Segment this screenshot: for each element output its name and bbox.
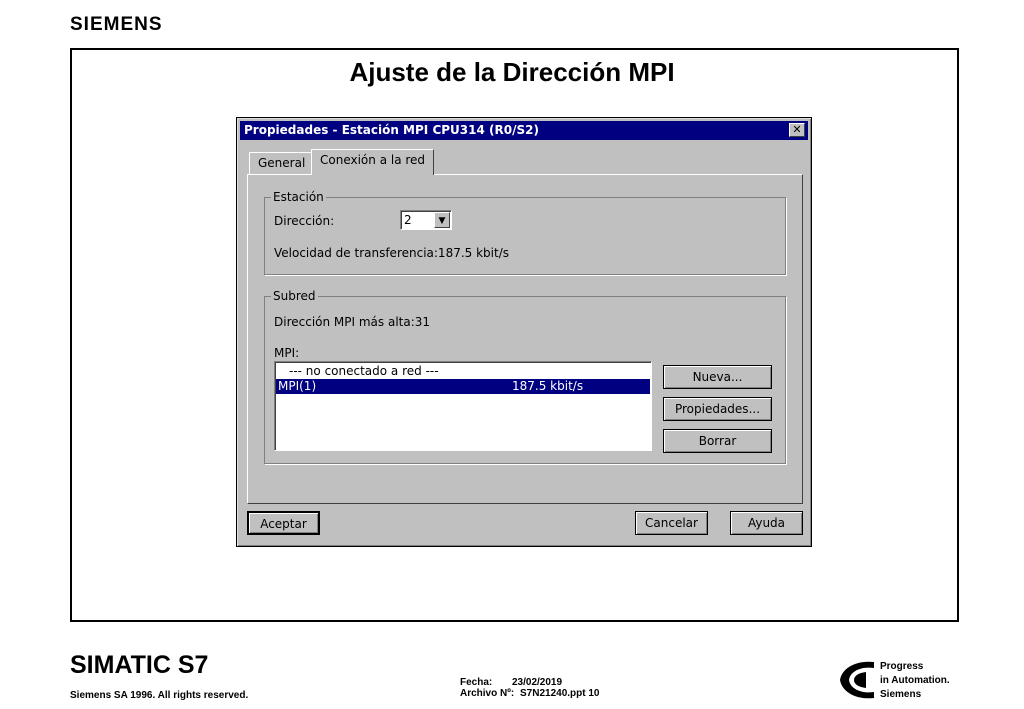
- tagline-line: in Automation.: [880, 675, 950, 686]
- properties-button[interactable]: Propiedades...: [663, 397, 772, 421]
- subnet-group-label: Subred: [271, 289, 318, 303]
- file-label: Archivo Nº:: [460, 688, 515, 699]
- list-item-name: MPI(1): [278, 379, 317, 393]
- file-value: S7N21240.ppt 10: [520, 688, 600, 699]
- address-label: Dirección:: [274, 214, 335, 228]
- highest-address-text: Dirección MPI más alta:31: [274, 315, 431, 329]
- tagline-line: Siemens: [880, 689, 922, 700]
- siemens-brand: SIEMENS: [70, 14, 163, 35]
- new-button[interactable]: Nueva...: [663, 365, 772, 389]
- tab-general[interactable]: General: [249, 152, 315, 174]
- siemens-swoosh-logo: [840, 661, 874, 699]
- transfer-speed-text: Velocidad de transferencia:187.5 kbit/s: [274, 246, 509, 260]
- station-group-label: Estación: [271, 190, 326, 204]
- list-item-speed: 187.5 kbit/s: [512, 379, 584, 393]
- tagline: Progress in Automation. Siemens: [880, 660, 950, 702]
- tagline-line: Progress: [880, 661, 924, 672]
- address-dropdown[interactable]: 2 ▼: [400, 210, 452, 230]
- tab-panel: Estación Dirección: 2 ▼ Velocidad de tra…: [247, 174, 803, 504]
- date-value: 23/02/2019: [512, 677, 563, 688]
- help-button[interactable]: Ayuda: [730, 511, 803, 535]
- cancel-button[interactable]: Cancelar: [635, 511, 708, 535]
- dialog-title: Propiedades - Estación MPI CPU314 (R0/S2…: [244, 123, 539, 137]
- list-item-name: --- no conectado a red ---: [289, 364, 439, 378]
- tab-general-label: General: [258, 156, 306, 170]
- properties-dialog: Propiedades - Estación MPI CPU314 (R0/S2…: [236, 117, 812, 547]
- tab-network-connection-label: Conexión a la red: [320, 153, 426, 167]
- chevron-down-icon[interactable]: ▼: [434, 212, 450, 228]
- station-group: [264, 197, 786, 275]
- slide-title: Ajuste de la Dirección MPI: [349, 57, 675, 87]
- mpi-subnet-list[interactable]: --- no conectado a red --- MPI(1) 187.5 …: [274, 361, 652, 451]
- delete-button[interactable]: Borrar: [663, 429, 772, 453]
- dialog-titlebar[interactable]: Propiedades - Estación MPI CPU314 (R0/S2…: [240, 121, 808, 140]
- copyright: Siemens SA 1996. All rights reserved.: [70, 690, 249, 701]
- mpi-label: MPI:: [274, 346, 300, 360]
- list-item[interactable]: MPI(1) 187.5 kbit/s: [276, 379, 650, 394]
- tab-network-connection[interactable]: Conexión a la red: [311, 149, 435, 175]
- address-value: 2: [404, 213, 412, 227]
- date-label: Fecha:: [460, 677, 493, 688]
- ok-button[interactable]: Aceptar: [247, 511, 320, 535]
- list-item[interactable]: --- no conectado a red ---: [275, 364, 651, 379]
- close-icon[interactable]: ✕: [789, 123, 805, 137]
- product-name: SIMATIC S7: [70, 651, 209, 679]
